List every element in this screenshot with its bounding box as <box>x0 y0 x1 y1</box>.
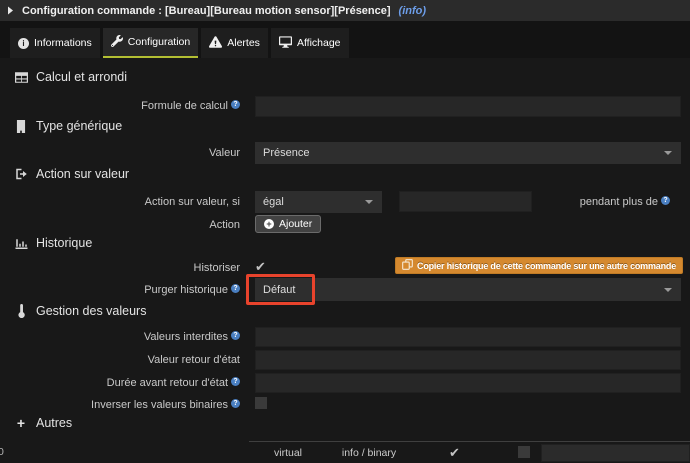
tab-configuration[interactable]: Configuration <box>103 28 198 58</box>
section-historique: Historique <box>14 236 92 250</box>
field-label-action-sur-valeur-si: Action sur valeur, si <box>0 196 240 208</box>
field-label-inverser-valeurs-binaires: Inverser les valeurs binaires <box>0 399 240 411</box>
help-icon[interactable] <box>231 399 240 408</box>
field-label-valeur: Valeur <box>0 147 240 159</box>
ajouter-button[interactable]: Ajouter <box>255 215 321 233</box>
section-title: Gestion des valeurs <box>36 304 146 318</box>
collapse-chevron-icon[interactable] <box>7 6 14 15</box>
thermometer-icon <box>14 304 28 318</box>
field-label-pendant-plus-de: pendant plus de <box>580 196 670 208</box>
row-input[interactable] <box>541 444 690 462</box>
help-icon[interactable] <box>231 331 240 340</box>
field-label-historiser: Historiser <box>0 262 240 274</box>
tab-label: Alertes <box>227 37 260 49</box>
purger-historique-select[interactable]: Défaut <box>255 278 681 301</box>
section-title: Autres <box>36 416 72 430</box>
help-icon[interactable] <box>661 196 670 205</box>
row-checkbox-2[interactable] <box>518 446 530 458</box>
tab-affichage[interactable]: Affichage <box>271 28 349 58</box>
info-circle-icon <box>18 38 29 49</box>
field-label-valeur-retour-detat: Valeur retour d'état <box>0 354 240 366</box>
warning-triangle-icon <box>209 36 222 51</box>
plus-circle-icon <box>264 219 274 229</box>
copier-historique-button[interactable]: Copier historique de cette commande sur … <box>395 257 683 274</box>
table-cell-type: virtual <box>252 447 324 459</box>
action-condition-value-input[interactable] <box>399 191 532 212</box>
tab-alertes[interactable]: Alertes <box>201 28 268 58</box>
field-label-valeurs-interdites: Valeurs interdites <box>0 331 240 343</box>
info-link[interactable]: (info) <box>399 5 426 17</box>
help-icon[interactable] <box>231 100 240 109</box>
tab-bar: Informations Configuration Alertes Affic… <box>0 21 690 58</box>
section-title: Calcul et arrondi <box>36 70 127 84</box>
section-type-generique: Type générique <box>14 119 122 133</box>
page-title: Configuration commande : [Bureau][Bureau… <box>22 5 391 17</box>
historiser-checkbox[interactable] <box>255 258 267 270</box>
window-titlebar: Configuration commande : [Bureau][Bureau… <box>0 0 690 21</box>
help-icon[interactable] <box>231 377 240 386</box>
section-title: Type générique <box>36 119 122 133</box>
sign-out-icon <box>14 168 28 180</box>
wrench-icon <box>111 35 123 50</box>
valeurs-interdites-input[interactable] <box>255 327 681 347</box>
tab-label: Configuration <box>128 36 190 48</box>
section-action-sur-valeur: Action sur valeur <box>14 167 129 181</box>
configuration-form: Calcul et arrondi Formule de calcul Type… <box>0 58 690 463</box>
section-calcul-et-arrondi: Calcul et arrondi <box>14 70 127 84</box>
section-autres[interactable]: + Autres <box>14 416 72 430</box>
action-condition-select[interactable]: égal <box>255 191 382 213</box>
valeur-select[interactable]: Présence <box>255 142 681 164</box>
tab-label: Informations <box>34 37 92 49</box>
table-icon <box>14 72 28 83</box>
section-title: Action sur valeur <box>36 167 129 181</box>
field-label-formule: Formule de calcul <box>0 100 240 112</box>
row-separator <box>249 441 690 442</box>
bar-chart-icon <box>14 237 28 249</box>
row-checkbox-1[interactable] <box>449 444 461 456</box>
duree-avant-retour-detat-input[interactable] <box>255 373 681 393</box>
formule-de-calcul-input[interactable] <box>255 96 681 117</box>
plus-icon: + <box>14 417 28 429</box>
valeur-retour-detat-input[interactable] <box>255 350 681 370</box>
copy-icon <box>402 259 413 272</box>
section-title: Historique <box>36 236 92 250</box>
monitor-icon <box>279 36 292 51</box>
bottom-left-text: 0 <box>0 446 4 458</box>
tab-informations[interactable]: Informations <box>10 28 100 58</box>
field-label-duree-avant-retour-detat: Durée avant retour d'état <box>0 377 240 389</box>
help-icon[interactable] <box>231 284 240 293</box>
section-gestion-des-valeurs: Gestion des valeurs <box>14 304 146 318</box>
table-cell-subtype: info / binary <box>330 447 408 459</box>
building-icon <box>14 120 28 133</box>
field-label-action: Action <box>0 219 240 231</box>
tab-label: Affichage <box>297 37 341 49</box>
command-configuration-window: Configuration commande : [Bureau][Bureau… <box>0 0 690 463</box>
inverser-valeurs-binaires-checkbox[interactable] <box>255 397 267 409</box>
field-label-purger-historique: Purger historique <box>0 284 240 296</box>
